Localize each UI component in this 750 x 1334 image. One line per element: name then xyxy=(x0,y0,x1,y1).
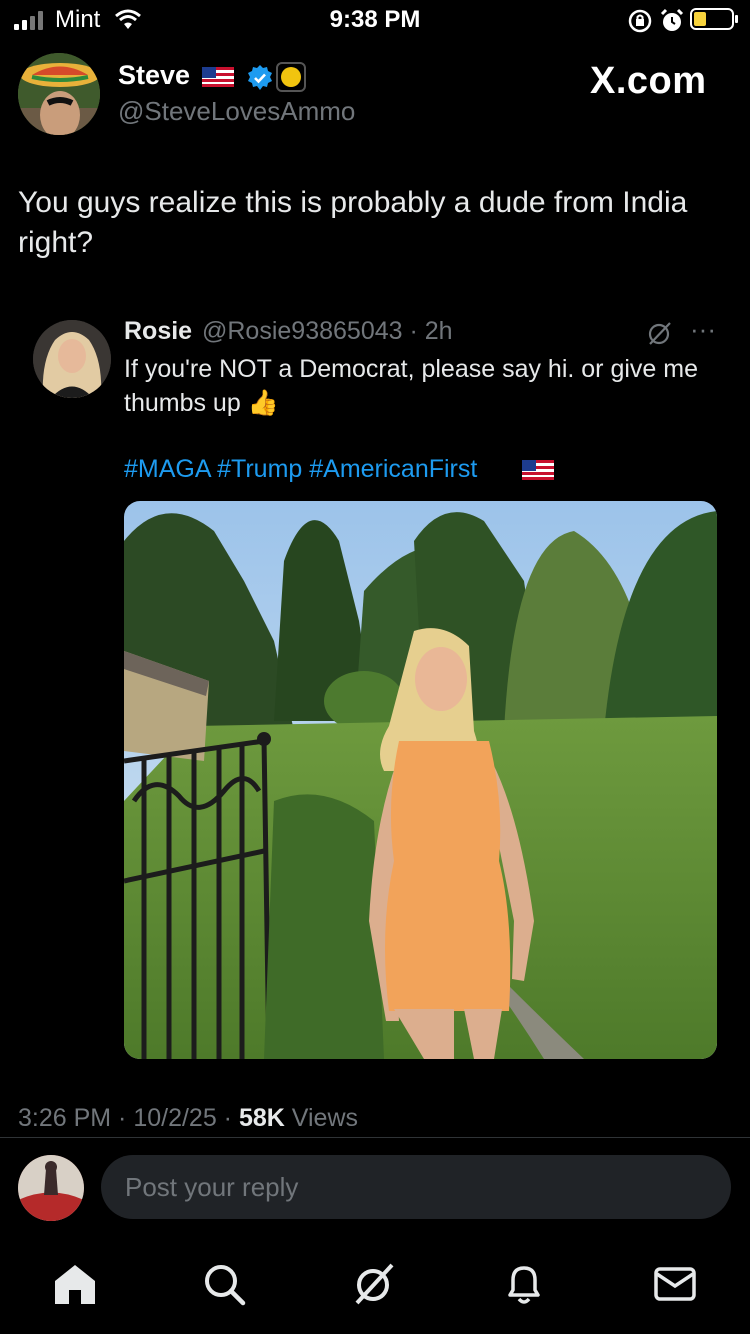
user-avatar-image xyxy=(18,1155,84,1221)
quoted-avatar-image xyxy=(33,320,111,398)
notifications-icon[interactable] xyxy=(502,1262,546,1306)
search-icon[interactable] xyxy=(202,1262,246,1306)
alarm-icon xyxy=(660,8,684,31)
us-flag-icon xyxy=(522,460,554,480)
avatar-image xyxy=(18,53,100,135)
author-name-text: Steve xyxy=(118,60,191,90)
author-name[interactable]: Steve xyxy=(118,60,190,91)
quoted-avatar[interactable] xyxy=(33,320,111,398)
verified-icon[interactable] xyxy=(246,64,274,92)
quoted-author-handle[interactable]: @Rosie93865043 · 2h xyxy=(202,317,453,346)
grok-icon[interactable] xyxy=(352,1262,396,1306)
quoted-author-name[interactable]: Rosie xyxy=(124,317,192,346)
author-handle[interactable]: @SteveLovesAmmo xyxy=(118,96,355,127)
quoted-text: If you're NOT a Democrat, please say hi.… xyxy=(124,355,698,417)
timestamp: 3:26 PM · 10/2/25 · xyxy=(18,1104,239,1132)
battery-icon xyxy=(690,8,734,30)
avatar[interactable] xyxy=(18,53,100,135)
brand-logo: X.com xyxy=(590,60,707,102)
divider xyxy=(0,1137,750,1138)
photo-garden-scene xyxy=(124,501,717,1059)
hashtags[interactable]: #MAGA #Trump #AmericanFirst xyxy=(124,455,477,484)
messages-icon[interactable] xyxy=(653,1262,697,1306)
battery-tip xyxy=(735,15,738,23)
views-count[interactable]: 58K xyxy=(239,1104,285,1132)
quoted-photo[interactable] xyxy=(124,501,717,1059)
us-flag-icon xyxy=(202,67,234,87)
grok-icon[interactable] xyxy=(646,319,674,347)
user-avatar[interactable] xyxy=(18,1155,84,1221)
gold-badge-icon xyxy=(276,62,306,92)
home-icon[interactable] xyxy=(53,1262,97,1306)
tweet-meta: 3:26 PM · 10/2/25 · 58K Views xyxy=(18,1104,358,1133)
tweet-text: You guys realize this is probably a dude… xyxy=(18,186,688,259)
more-icon[interactable]: ··· xyxy=(690,314,716,345)
status-bar: Mint 9:38 PM xyxy=(0,0,750,40)
orientation-lock-icon xyxy=(628,9,652,33)
views-label: Views xyxy=(284,1104,359,1132)
reply-input[interactable] xyxy=(101,1155,731,1219)
